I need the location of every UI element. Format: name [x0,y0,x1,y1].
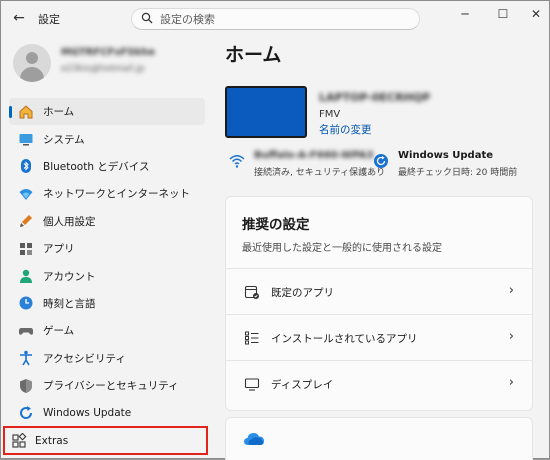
recommended-row-label: 既定のアプリ [271,287,334,299]
close-button[interactable]: ✕ [524,5,548,23]
sidebar-item-personalization[interactable]: 個人用設定 [9,208,205,235]
personalization-icon [20,215,32,228]
chevron-right-icon: › [508,375,514,390]
recommended-row-display[interactable]: ディスプレイ › [226,360,532,406]
profile-email: e23kis@hotmail.jp [61,64,145,74]
profile-name: MGTRFCFsFSkhe [61,47,156,58]
settings-window: ← 設定 ─ ☐ ✕ MGTRFCFsFSkhe e23kis@hotmail.… [0,0,550,460]
installed-apps-icon [245,331,259,345]
sidebar-item-label: アクセシビリティ [43,352,126,365]
wifi-icon [229,155,245,168]
system-icon [19,134,33,146]
device-model: FMV [319,109,341,120]
update-last-checked: 最終チェック日時: 20 時間前 [398,168,518,178]
sidebar-item-label: ネットワークとインターネット [43,188,190,201]
apps-icon [20,242,32,255]
sidebar-item-accessibility[interactable]: アクセシビリティ [9,345,205,372]
app-title: 設定 [38,13,60,26]
selection-indicator [9,106,12,118]
home-icon [19,105,33,119]
sidebar-item-label: ゲーム [43,325,75,338]
update-status[interactable]: Windows Update 最終チェック日時: 20 時間前 [373,149,533,181]
sidebar-item-label: システム [43,133,85,146]
recommended-row-default-apps[interactable]: 既定のアプリ › [226,268,532,314]
default-apps-icon [244,285,259,299]
device-name: LAPTOP-0ECRHQP [319,91,431,104]
sidebar-item-label: ホーム [43,106,75,119]
onedrive-icon [244,433,264,445]
sidebar-item-gaming[interactable]: ゲーム [9,317,205,344]
display-icon [244,378,260,391]
sidebar-item-time-language[interactable]: 時刻と言語 [9,290,205,317]
sidebar-item-label: Bluetooth とデバイス [43,160,150,173]
recommended-row-label: インストールされているアプリ [271,333,418,345]
sidebar-item-windows-update[interactable]: Windows Update [9,399,205,426]
page-title: ホーム [225,44,282,66]
extras-icon [12,433,27,448]
sidebar-item-system[interactable]: システム [9,125,205,152]
sidebar-item-label: 時刻と言語 [43,297,96,310]
sidebar-nav: ホーム システム Bluetooth とデバイス ネットワークとインターネット [9,98,205,427]
sidebar-item-extras[interactable]: Extras [3,426,208,455]
account-icon [20,269,32,284]
sidebar-item-accounts[interactable]: アカウント [9,262,205,289]
search-box[interactable] [131,8,420,30]
update-title: Windows Update [398,150,494,161]
sidebar-item-label: プライバシーとセキュリティ [43,380,179,393]
sidebar-item-label: 個人用設定 [43,215,96,228]
time-language-icon [19,296,33,310]
avatar-body [20,67,44,82]
accessibility-icon [20,350,32,366]
title-bar: ← 設定 ─ ☐ ✕ [1,1,549,35]
sidebar-item-label: アプリ [43,243,75,256]
sidebar-item-bluetooth[interactable]: Bluetooth とデバイス [9,153,205,180]
recommended-settings-card: 推奨の設定 最近使用した設定と一般的に使用される設定 既定のアプリ › インスト… [225,196,533,411]
sidebar-item-label: Windows Update [43,406,132,419]
privacy-icon [20,378,32,393]
gaming-icon [18,327,34,335]
sidebar-item-label: Extras [35,435,69,447]
avatar-head [26,52,38,64]
sidebar-item-network[interactable]: ネットワークとインターネット [9,180,205,207]
sidebar-item-apps[interactable]: アプリ [9,235,205,262]
avatar[interactable] [13,44,51,82]
sidebar-item-label: アカウント [43,270,96,283]
wifi-name: Buffalo-A-F660-WPA3 [254,150,374,161]
search-icon [141,12,153,24]
minimize-button[interactable]: ─ [453,5,477,23]
recommended-row-installed-apps[interactable]: インストールされているアプリ › [226,314,532,360]
update-icon [374,154,388,168]
wifi-status[interactable]: Buffalo-A-F660-WPA3 接続済み, セキュリティ保護あり [229,149,385,181]
bluetooth-icon [21,159,31,174]
recommended-row-label: ディスプレイ [271,379,334,391]
windows-update-icon [20,405,33,419]
rename-link[interactable]: 名前の変更 [319,122,372,137]
device-image [225,86,307,138]
sidebar-item-privacy[interactable]: プライバシーとセキュリティ [9,372,205,399]
maximize-button[interactable]: ☐ [491,5,515,23]
wifi-status-text: 接続済み, セキュリティ保護あり [254,168,386,178]
sidebar-item-home[interactable]: ホーム [9,98,205,126]
onedrive-card[interactable] [225,417,533,460]
network-icon [19,188,33,200]
back-button[interactable]: ← [11,9,27,27]
search-input[interactable] [160,12,410,26]
chevron-right-icon: › [508,329,514,344]
recommended-title: 推奨の設定 [242,217,310,233]
recommended-subtitle: 最近使用した設定と一般的に使用される設定 [242,243,442,254]
chevron-right-icon: › [508,283,514,298]
